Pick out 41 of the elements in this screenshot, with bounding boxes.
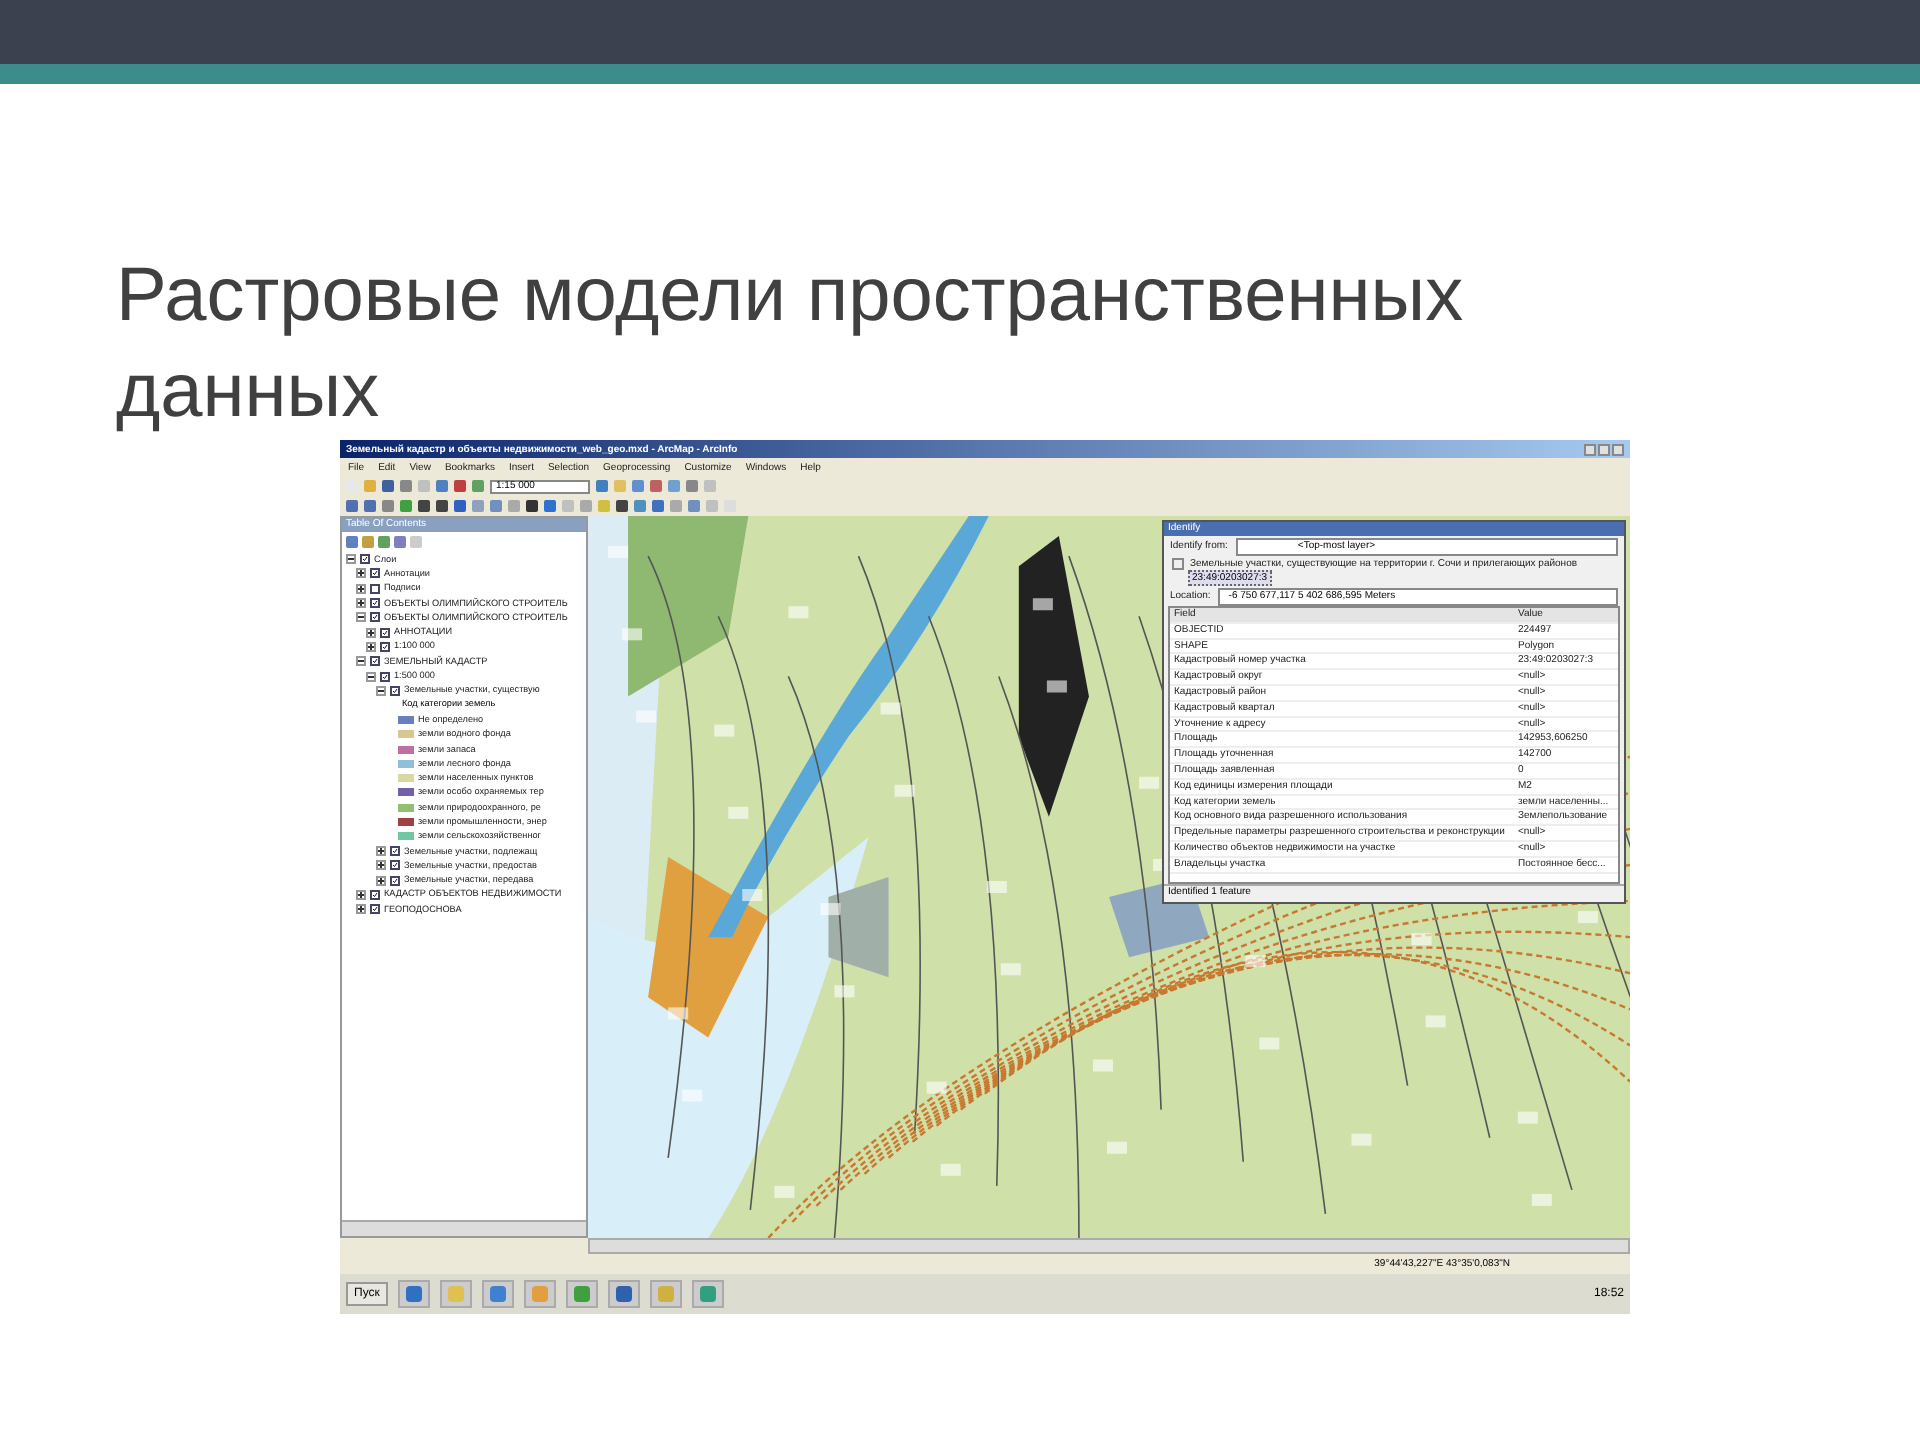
layer-checkbox[interactable]: [370, 612, 380, 623]
layer-checkbox[interactable]: [370, 583, 380, 594]
taskbar-icon[interactable]: [691, 1280, 724, 1308]
collapse-icon[interactable]: [376, 685, 386, 696]
expand-icon[interactable]: [366, 641, 376, 652]
expand-icon[interactable]: [376, 875, 386, 886]
minimize-button[interactable]: [1584, 443, 1596, 455]
layer-checkbox[interactable]: [370, 568, 380, 579]
collapse-icon[interactable]: [356, 612, 366, 623]
expand-icon[interactable]: [356, 583, 366, 594]
taskbar-icon[interactable]: [607, 1280, 640, 1308]
expand-icon[interactable]: [356, 889, 366, 900]
expand-icon[interactable]: [356, 904, 366, 915]
expand-icon[interactable]: [366, 627, 376, 638]
scrollbar[interactable]: [588, 1238, 1630, 1254]
collapse-icon[interactable]: [346, 554, 356, 565]
close-button[interactable]: [1612, 443, 1624, 455]
layer-checkbox[interactable]: [380, 627, 390, 638]
layer-checkbox[interactable]: [370, 889, 380, 900]
taskbar-icon[interactable]: [481, 1280, 514, 1308]
layer-checkbox[interactable]: [390, 846, 400, 857]
expand-icon[interactable]: [376, 860, 386, 871]
layer-checkbox[interactable]: [370, 904, 380, 915]
layer-checkbox[interactable]: [390, 685, 400, 696]
taskbar-icon[interactable]: [565, 1280, 598, 1308]
layer-checkbox[interactable]: [360, 554, 370, 565]
maximize-button[interactable]: [1598, 443, 1610, 455]
scrollbar[interactable]: [342, 1220, 586, 1236]
expand-icon[interactable]: [356, 598, 366, 609]
layer-checkbox[interactable]: [390, 875, 400, 886]
expand-icon[interactable]: [356, 568, 366, 579]
layer-checkbox[interactable]: [380, 641, 390, 652]
layer-checkbox[interactable]: [370, 656, 380, 667]
expand-icon[interactable]: [376, 846, 386, 857]
layer-checkbox[interactable]: [370, 598, 380, 609]
slide-title: Растровые модели пространственных данных: [116, 252, 1466, 438]
collapse-icon[interactable]: [356, 656, 366, 667]
taskbar-icon[interactable]: [397, 1280, 430, 1308]
layer-checkbox[interactable]: [390, 860, 400, 871]
collapse-icon[interactable]: [366, 671, 376, 682]
layer-checkbox[interactable]: [380, 671, 390, 682]
